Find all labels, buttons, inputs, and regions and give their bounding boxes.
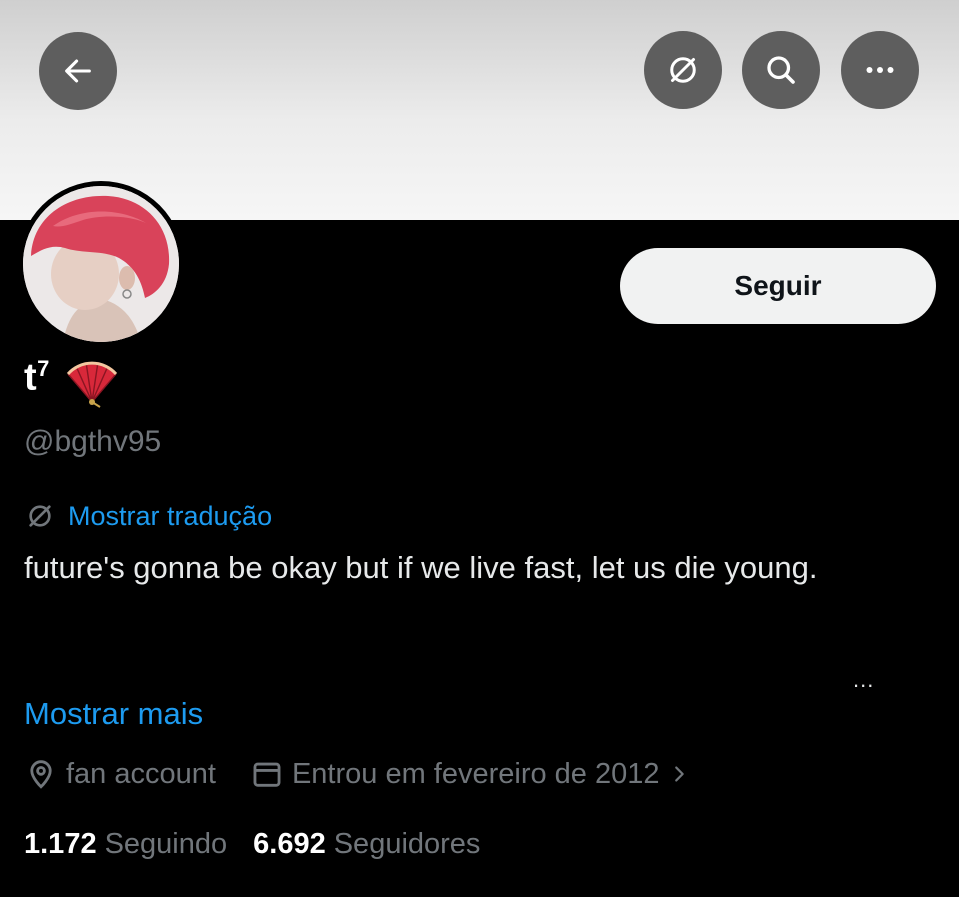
translate-button[interactable]: [644, 31, 722, 109]
arrow-left-icon: [65, 59, 91, 83]
follow-button[interactable]: Seguir: [620, 248, 936, 324]
following-stat[interactable]: 1.172 Seguindo: [24, 828, 227, 861]
follow-button-label: Seguir: [734, 270, 822, 301]
more-horizontal-icon: [866, 67, 894, 73]
display-name: t7: [24, 356, 50, 400]
display-name-text: t: [24, 356, 38, 399]
folding-fan-emoji-icon: [66, 361, 118, 408]
show-translation-link[interactable]: Mostrar tradução: [68, 501, 272, 532]
followers-count: 6.692: [253, 828, 326, 860]
joined-date-text: Entrou em fevereiro de 2012: [291, 757, 660, 790]
profile-bio: future's gonna be okay but if we live fa…: [24, 550, 818, 585]
following-label: Seguindo: [104, 828, 228, 860]
following-count: 1.172: [24, 828, 97, 860]
location-text: fan account: [66, 757, 216, 790]
translate-icon: [670, 57, 696, 83]
search-icon: [767, 56, 795, 84]
location-item: fan account: [24, 757, 216, 791]
translate-bio-row[interactable]: Mostrar tradução: [24, 500, 272, 532]
follow-stats-row: 1.172 Seguindo 6.692 Seguidores: [24, 828, 480, 861]
profile-banner: [0, 0, 959, 220]
display-name-superscript: 7: [37, 356, 50, 381]
location-pin-icon: [30, 760, 52, 789]
more-button[interactable]: [841, 31, 919, 109]
avatar[interactable]: [18, 181, 184, 347]
joined-date-item[interactable]: Entrou em fevereiro de 2012: [250, 757, 690, 791]
user-handle: @bgthv95: [24, 425, 162, 458]
translate-icon: [29, 505, 51, 527]
back-button[interactable]: [39, 32, 117, 110]
chevron-right-icon: [674, 766, 684, 782]
avatar-image: [23, 186, 179, 342]
show-more-link[interactable]: Mostrar mais: [24, 696, 203, 732]
followers-stat[interactable]: 6.692 Seguidores: [253, 828, 480, 861]
followers-label: Seguidores: [333, 828, 481, 860]
bio-more-dots[interactable]: ...: [853, 667, 874, 693]
calendar-icon: [253, 762, 281, 787]
profile-meta-row: fan account Entrou em fevereiro de 2012: [24, 757, 690, 791]
search-button[interactable]: [742, 31, 820, 109]
display-name-row: t7: [24, 356, 120, 408]
